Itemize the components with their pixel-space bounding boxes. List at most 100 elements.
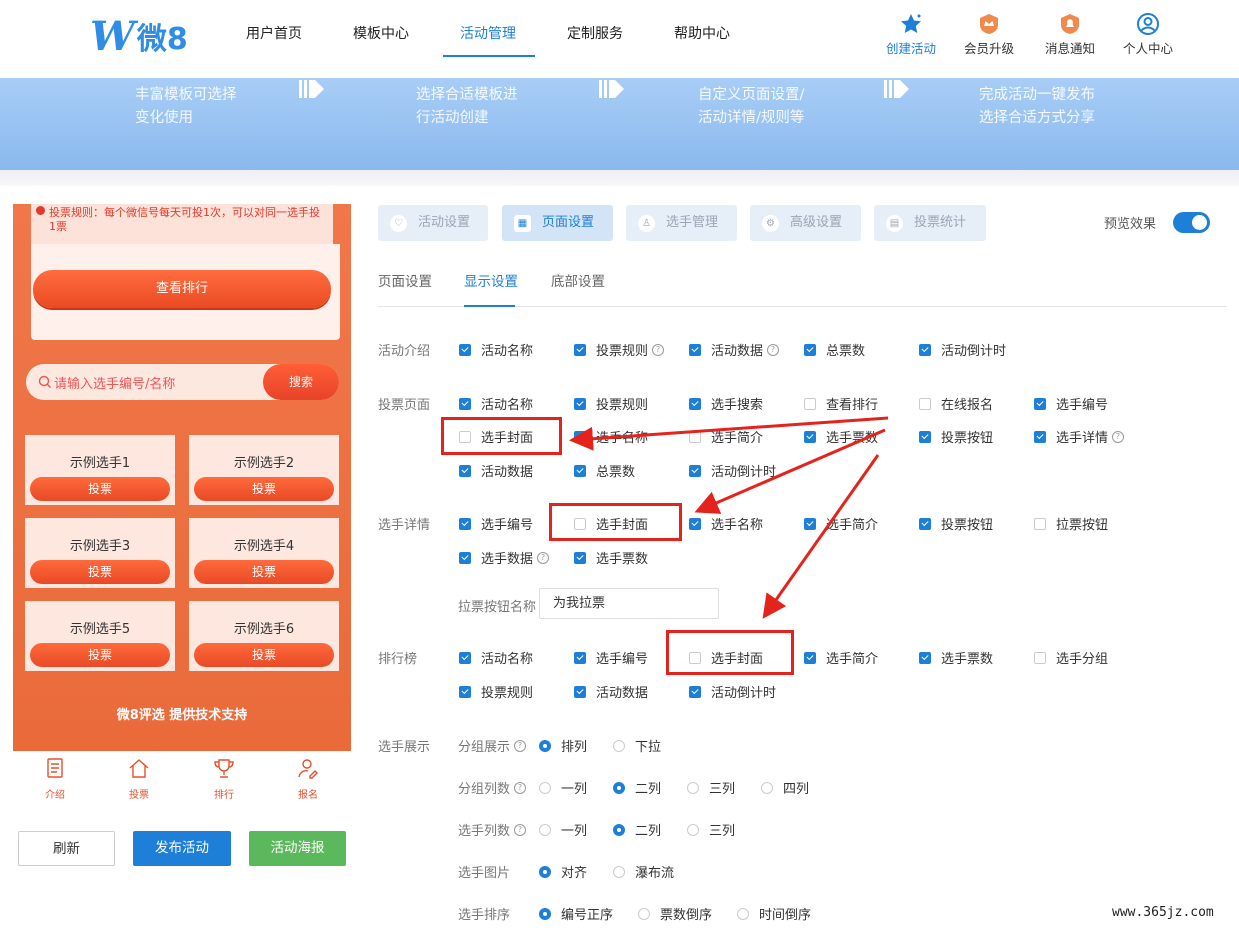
- tab-vote-statistics[interactable]: ▤ 投票统计: [874, 205, 986, 241]
- publish-activity-button[interactable]: 发布活动: [133, 831, 231, 866]
- checkbox-player-detail[interactable]: 选手数据?: [459, 548, 550, 567]
- tab-page-settings[interactable]: ▦ 页面设置: [502, 205, 613, 241]
- search-button[interactable]: 搜索: [263, 364, 339, 400]
- radio-option[interactable]: 一列: [539, 820, 587, 839]
- canvass-button-name-input[interactable]: 为我拉票: [539, 588, 719, 619]
- checkbox-ranking[interactable]: 活动倒计时: [689, 682, 776, 701]
- player-search-bar[interactable]: 请输入选手编号/名称 搜索: [26, 364, 339, 400]
- checkbox-ranking[interactable]: 选手票数: [919, 648, 993, 667]
- vote-button[interactable]: 投票: [30, 477, 170, 501]
- preview-toggle[interactable]: [1173, 212, 1210, 233]
- checkbox-ranking[interactable]: 活动数据: [574, 682, 648, 701]
- checkbox-intro[interactable]: 活动名称: [459, 340, 533, 359]
- checkbox-ranking[interactable]: 选手分组: [1034, 648, 1108, 667]
- help-icon[interactable]: ?: [537, 551, 550, 564]
- checkbox-vote-page[interactable]: 在线报名: [919, 394, 993, 413]
- radio-option[interactable]: 时间倒序: [737, 904, 811, 923]
- vote-button[interactable]: 投票: [194, 477, 334, 501]
- checkbox-vote-page[interactable]: 选手搜索: [689, 394, 763, 413]
- player-card[interactable]: 示例选手3 投票: [25, 518, 175, 588]
- radio-option[interactable]: 编号正序: [539, 904, 613, 923]
- checkbox-vote-page[interactable]: 选手简介: [689, 427, 763, 446]
- checkbox-vote-page[interactable]: 投票按钮: [919, 427, 993, 446]
- radio-option[interactable]: 三列: [687, 820, 735, 839]
- info-icon: [36, 206, 45, 215]
- logo[interactable]: W 微8: [90, 13, 188, 60]
- help-icon[interactable]: ?: [514, 823, 527, 836]
- radio-option[interactable]: 三列: [687, 778, 735, 797]
- checkbox-vote-page[interactable]: 活动倒计时: [689, 461, 776, 480]
- create-activity-link[interactable]: 创建活动: [871, 12, 951, 57]
- player-card[interactable]: 示例选手5 投票: [25, 601, 175, 671]
- checkbox-player-detail[interactable]: 选手名称: [689, 514, 763, 533]
- radio-option[interactable]: 四列: [761, 778, 809, 797]
- checkbox-vote-page[interactable]: 选手票数: [804, 427, 878, 446]
- user-center-label: 个人中心: [1122, 41, 1173, 56]
- subtab-display-settings[interactable]: 显示设置: [464, 270, 518, 290]
- tab-vote[interactable]: 投票: [109, 757, 169, 801]
- checkbox-vote-page[interactable]: 选手名称: [574, 427, 648, 446]
- user-center-link[interactable]: 个人中心: [1108, 12, 1188, 57]
- checkbox-intro[interactable]: 总票数: [804, 340, 865, 359]
- tab-signup[interactable]: 报名: [278, 757, 338, 801]
- tab-ranking[interactable]: 排行: [194, 757, 254, 801]
- radio-option[interactable]: 下拉: [613, 736, 661, 755]
- checkbox-vote-page[interactable]: 活动名称: [459, 394, 533, 413]
- activity-poster-button[interactable]: 活动海报: [249, 831, 346, 866]
- checkbox-vote-page[interactable]: 总票数: [574, 461, 635, 480]
- checkbox-player-detail[interactable]: 拉票按钮: [1034, 514, 1108, 533]
- view-ranking-button[interactable]: 查看排行: [33, 270, 331, 308]
- checkbox-ranking[interactable]: 选手编号: [574, 648, 648, 667]
- radio-option[interactable]: 二列: [613, 778, 661, 797]
- nav-home[interactable]: 用户首页: [246, 0, 302, 60]
- checkbox-player-detail[interactable]: 投票按钮: [919, 514, 993, 533]
- notifications-link[interactable]: 消息通知: [1030, 12, 1110, 57]
- checkbox-player-detail[interactable]: 选手简介: [804, 514, 878, 533]
- subtab-footer-settings[interactable]: 底部设置: [551, 270, 605, 290]
- help-icon[interactable]: ?: [652, 343, 665, 356]
- vote-button[interactable]: 投票: [194, 560, 334, 584]
- radio-option[interactable]: 二列: [613, 820, 661, 839]
- tab-advanced-settings[interactable]: ⚙ 高级设置: [750, 205, 861, 241]
- tab-activity-settings[interactable]: ♡ 活动设置: [378, 205, 488, 241]
- player-card[interactable]: 示例选手2 投票: [189, 435, 339, 505]
- player-card[interactable]: 示例选手1 投票: [25, 435, 175, 505]
- help-icon[interactable]: ?: [767, 343, 780, 356]
- checkbox-vote-page[interactable]: 选手编号: [1034, 394, 1108, 413]
- help-icon[interactable]: ?: [514, 781, 527, 794]
- subtab-page-settings[interactable]: 页面设置: [378, 270, 432, 290]
- radio-option[interactable]: 一列: [539, 778, 587, 797]
- checked-box-icon: [574, 464, 586, 477]
- checkbox-intro[interactable]: 活动数据?: [689, 340, 780, 359]
- radio-option[interactable]: 票数倒序: [638, 904, 712, 923]
- player-card[interactable]: 示例选手6 投票: [189, 601, 339, 671]
- vote-button[interactable]: 投票: [194, 643, 334, 667]
- checkbox-intro[interactable]: 投票规则?: [574, 340, 665, 359]
- checkbox-ranking[interactable]: 活动名称: [459, 648, 533, 667]
- nav-templates[interactable]: 模板中心: [353, 0, 409, 60]
- member-upgrade-link[interactable]: 会员升级: [949, 12, 1029, 57]
- checkbox-vote-page[interactable]: 投票规则: [574, 394, 648, 413]
- vote-button[interactable]: 投票: [30, 643, 170, 667]
- help-icon[interactable]: ?: [1112, 430, 1125, 443]
- vote-button[interactable]: 投票: [30, 560, 170, 584]
- checkbox-intro[interactable]: 活动倒计时: [919, 340, 1006, 359]
- checkbox-player-detail[interactable]: 选手票数: [574, 548, 648, 567]
- nav-activity-management[interactable]: 活动管理: [460, 0, 516, 60]
- checkbox-ranking[interactable]: 选手简介: [804, 648, 878, 667]
- checkbox-vote-page[interactable]: 查看排行: [804, 394, 878, 413]
- refresh-button[interactable]: 刷新: [18, 831, 115, 866]
- tab-player-management[interactable]: ♙ 选手管理: [626, 205, 737, 241]
- nav-custom-service[interactable]: 定制服务: [567, 0, 623, 60]
- radio-option[interactable]: 瀑布流: [613, 862, 674, 881]
- tab-intro[interactable]: 介绍: [25, 757, 85, 801]
- checkbox-vote-page[interactable]: 选手详情?: [1034, 427, 1125, 446]
- player-card[interactable]: 示例选手4 投票: [189, 518, 339, 588]
- checkbox-ranking[interactable]: 投票规则: [459, 682, 533, 701]
- radio-option[interactable]: 排列: [539, 736, 587, 755]
- checkbox-player-detail[interactable]: 选手编号: [459, 514, 533, 533]
- nav-help[interactable]: 帮助中心: [674, 0, 730, 60]
- radio-option[interactable]: 对齐: [539, 862, 587, 881]
- help-icon[interactable]: ?: [514, 739, 527, 752]
- checkbox-vote-page[interactable]: 活动数据: [459, 461, 533, 480]
